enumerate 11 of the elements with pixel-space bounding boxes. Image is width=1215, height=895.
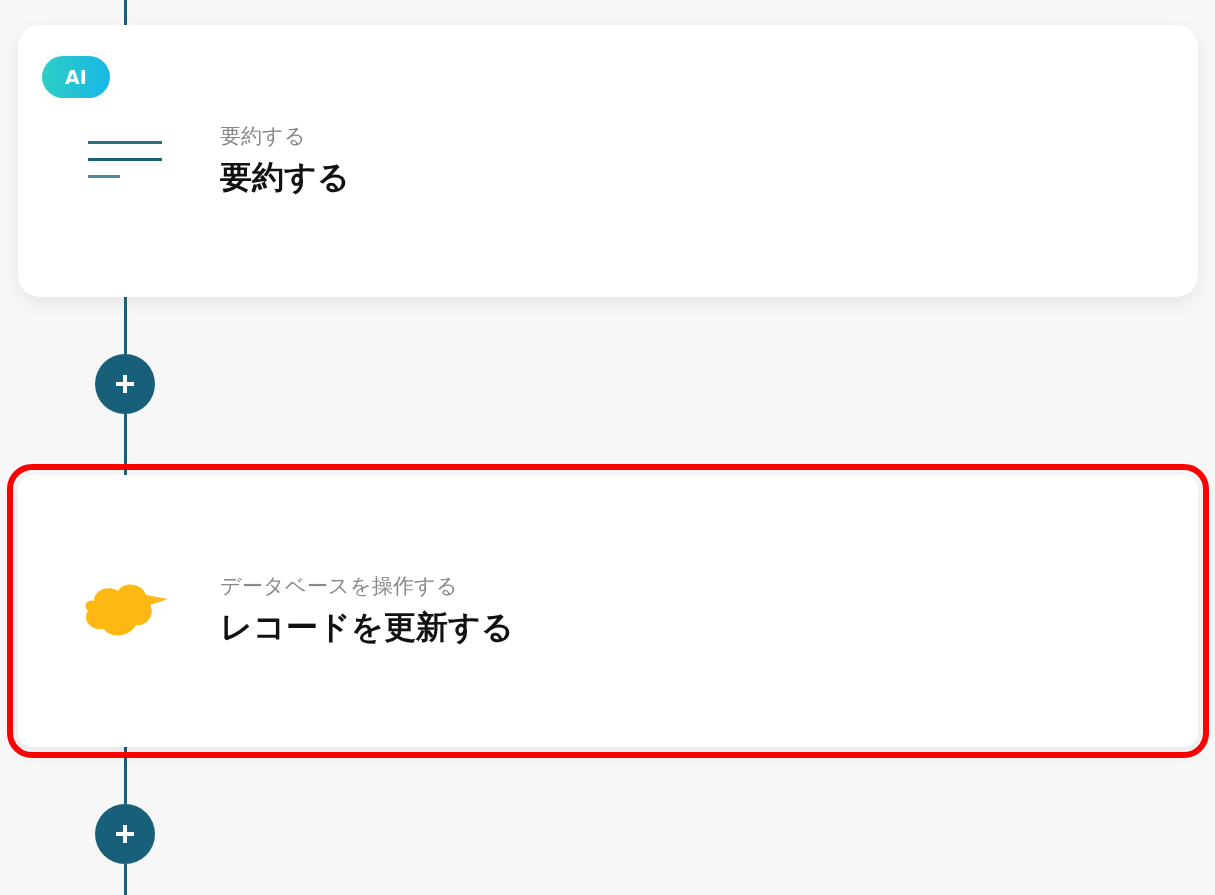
ai-badge: AI xyxy=(42,56,110,98)
step-card[interactable]: AI 要約する 要約する xyxy=(18,25,1198,297)
step-title: レコードを更新する xyxy=(220,607,514,648)
plus-icon xyxy=(114,823,136,845)
plus-icon xyxy=(114,373,136,395)
add-step-button[interactable] xyxy=(95,354,155,414)
lines-icon xyxy=(88,141,162,181)
step-category: 要約する xyxy=(220,123,307,150)
step-category: データベースを操作する xyxy=(220,573,459,600)
step-title: 要約する xyxy=(220,157,350,198)
add-step-button[interactable] xyxy=(95,804,155,864)
